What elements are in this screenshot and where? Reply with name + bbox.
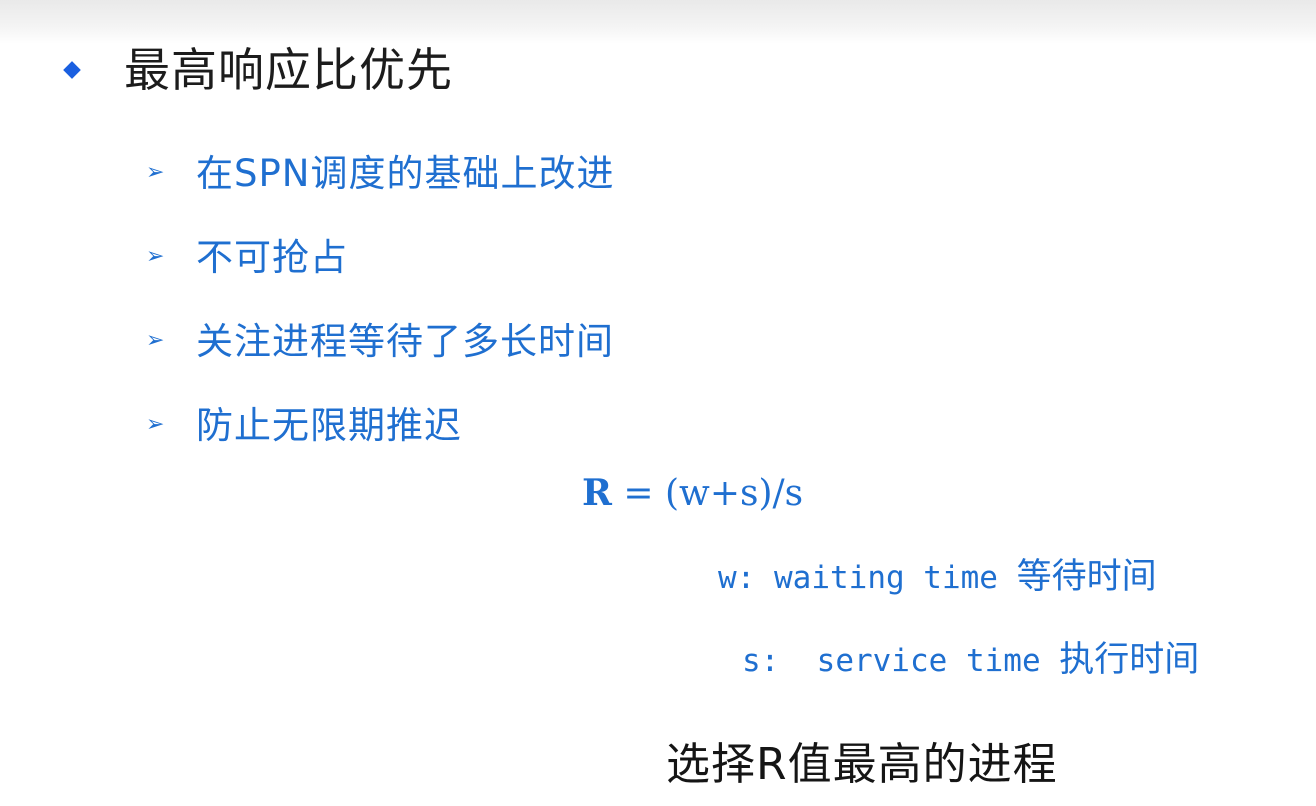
conclusion-text: 选择R值最高的进程 xyxy=(666,739,1058,790)
formula-rhs: = (w+s)/s xyxy=(611,473,804,514)
sub-item-list: ➢ 在SPN调度的基础上改进 ➢ 不可抢占 ➢ 关注进程等待了多长时间 ➢ 防止… xyxy=(146,132,614,468)
arrow-bullet-icon: ➢ xyxy=(146,159,165,185)
sub-item: ➢ 在SPN调度的基础上改进 xyxy=(146,132,614,216)
sub-item-text: 关注进程等待了多长时间 xyxy=(196,320,614,363)
definition-service-time: s: service time 执行时间 xyxy=(742,636,1199,685)
sub-item: ➢ 防止无限期推迟 xyxy=(146,384,614,468)
top-shade xyxy=(0,0,1316,44)
definition-chinese: 等待时间 xyxy=(1016,557,1157,597)
arrow-bullet-icon: ➢ xyxy=(146,243,165,269)
response-ratio-formula: R = (w+s)/s xyxy=(582,468,803,519)
definition-term: waiting time xyxy=(774,560,998,596)
arrow-bullet-icon: ➢ xyxy=(146,327,165,353)
formula-lhs: R xyxy=(582,472,612,514)
slide-title: 最高响应比优先 xyxy=(124,43,453,97)
sub-item-text: 防止无限期推迟 xyxy=(196,404,462,447)
arrow-bullet-icon: ➢ xyxy=(146,411,165,437)
sub-item-text: 不可抢占 xyxy=(196,236,348,279)
sub-item-text: 在SPN调度的基础上改进 xyxy=(196,152,615,195)
definition-chinese: 执行时间 xyxy=(1059,640,1200,680)
definition-term: service time xyxy=(816,643,1041,679)
sub-item: ➢ 关注进程等待了多长时间 xyxy=(146,300,614,384)
definition-symbol: s: xyxy=(742,643,780,679)
sub-item: ➢ 不可抢占 xyxy=(146,216,614,300)
definition-symbol: w: xyxy=(718,560,756,596)
definition-waiting-time: w: waiting time 等待时间 xyxy=(718,553,1157,602)
diamond-bullet-icon xyxy=(63,61,81,79)
